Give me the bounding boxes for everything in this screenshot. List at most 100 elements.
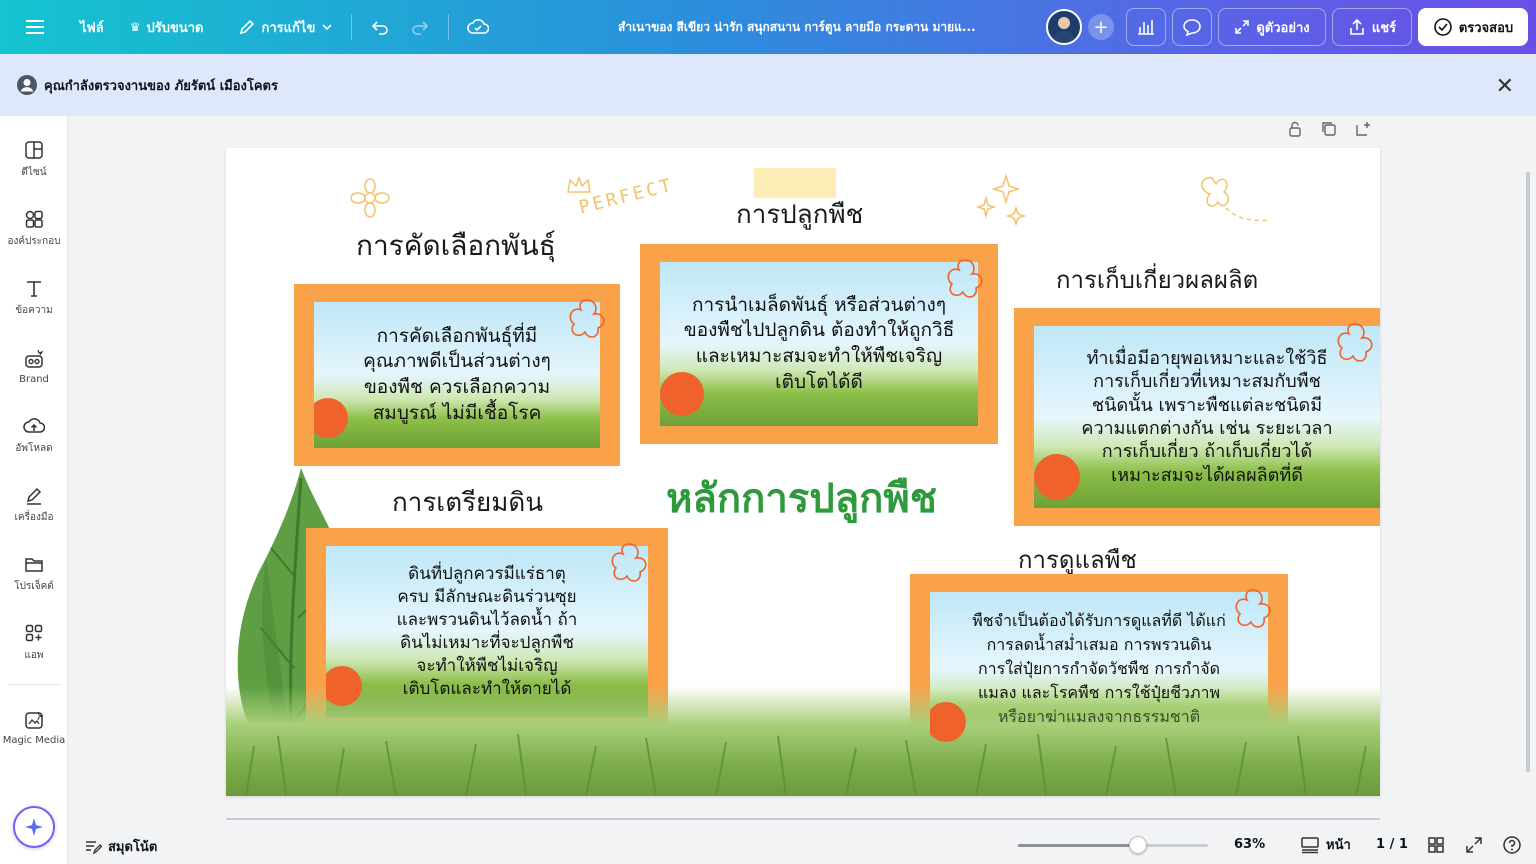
flower-outline-icon [1235,589,1271,628]
sidebar-item-projects[interactable]: โปรเจ็คต์ [0,542,68,604]
zoom-slider[interactable] [1018,844,1208,847]
pages-button[interactable]: หน้า [1300,834,1351,855]
card-text-line: ความแตกต่างกัน เช่น ระยะเวลา [1081,418,1333,439]
sidebar-item-tools[interactable]: เครื่องมือ [0,473,68,535]
card-background: ทำเมื่อมีอายุพอเหมาะและใช้วิธี การเก็บเก… [1034,326,1380,508]
redo-button[interactable] [400,8,440,46]
grid-view-icon[interactable] [1426,835,1446,855]
sidebar-item-uploads[interactable]: อัพโหลด [0,404,68,466]
card-background: การนำเมล็ดพันธุ์ หรือส่วนต่างๆ ของพืชไปป… [660,262,978,426]
notes-label: สมุดโน้ต [108,840,158,855]
flower-doodle-icon [350,178,390,218]
card-text-line: ของพืชไปปลูกดิน ต้องทำให้ถูกวิธี [683,319,955,342]
lock-icon[interactable] [1286,120,1304,138]
review-button[interactable]: ตรวจสอบ [1418,8,1528,46]
card-text-line: เหมาะสมจะได้ผลผลิตที่ดี [1111,464,1303,486]
share-button[interactable]: แชร์ [1332,8,1412,46]
card-background: การคัดเลือกพันธุ์ที่มี คุณภาพดีเป็นส่วนต… [314,302,600,448]
card-text-line: การใส่ปุ๋ยการกำจัดวัชพืช การกำจัด [977,659,1221,678]
zoom-slider-fill [1018,844,1138,847]
card-background: ดินที่ปลูกควรมีแร่ธาตุ ครบ มีลักษณะดินร่… [326,546,648,718]
zoom-slider-handle[interactable] [1128,836,1147,854]
section-card-planting: การนำเมล็ดพันธุ์ หรือส่วนต่างๆ ของพืชไปป… [640,244,998,444]
elements-icon [25,210,43,228]
pencil-icon [239,19,254,35]
flower-outline-icon [1337,323,1373,362]
notes-button[interactable]: สมุดโน้ต [84,836,157,857]
card-text-line: ของพืช ควรเลือกความ [363,376,551,398]
sidebar-item-magic-media[interactable]: Magic Media [0,696,68,758]
sidebar-item-label: เครื่องมือ [14,511,54,523]
user-circle-icon [17,75,37,95]
fullscreen-icon[interactable] [1464,835,1484,855]
left-sidebar: ดีไซน์ องค์ประกอบ ข้อความ Brand อัพโหลด … [0,116,68,864]
layout-icon [25,140,43,159]
chevron-down-icon [322,24,332,31]
file-menu-label: ไฟล์ [80,20,104,36]
document-title[interactable]: สำเนาของ สีเขียว น่ารัก สนุกสนาน การ์ตูน… [618,0,1018,54]
card-text-line: หรือยาฆ่าแมลงจากธรรมชาติ [997,707,1201,726]
expand-icon [1235,20,1250,34]
invite-button[interactable]: + [1088,14,1114,40]
flower-outline-icon [947,259,983,298]
help-icon[interactable] [1502,835,1522,855]
page-count: 1 / 1 [1376,837,1408,852]
section-card-care: พืชจำเป็นต้องได้รับการดูแลที่ดี ได้แก่ ก… [910,574,1288,764]
sidebar-item-design[interactable]: ดีไซน์ [0,128,68,190]
folder-icon [25,557,43,572]
design-canvas[interactable]: PERFECT การคัดเลือกพันธุ์ การปลูกพืช การ… [226,148,1380,796]
section-heading-selection: การคัดเลือกพันธุ์ [356,229,556,262]
card-text: ดินที่ปลูกควรมีแร่ธาตุ ครบ มีลักษณะดินร่… [326,546,648,718]
magic-assistant-button[interactable] [13,806,55,848]
file-menu-button[interactable]: ไฟล์ [70,8,114,46]
card-text-line: พืชจำเป็นต้องได้รับการดูแลที่ดี ได้แก่ [972,611,1226,630]
user-avatar[interactable] [1046,9,1082,45]
page-tools [1286,120,1372,138]
pages-icon [1301,836,1319,853]
sidebar-item-text[interactable]: ข้อความ [0,266,68,328]
edit-menu-button[interactable]: การแก้ไข [228,8,344,46]
section-heading-planting: การปลูกพืช [736,200,864,230]
card-text: การคัดเลือกพันธุ์ที่มี คุณภาพดีเป็นส่วนต… [314,302,600,448]
card-text-line: แมลง และโรคพืช การใช้ปุ๋ยชีวภาพ [977,683,1221,702]
comment-icon [1183,19,1201,36]
close-icon: ✕ [1495,74,1514,99]
crown-icon: ♛ [129,20,141,34]
add-page-icon[interactable] [1354,120,1372,138]
butterfly-doodle-icon [1201,177,1271,222]
preview-button[interactable]: ดูตัวอย่าง [1218,8,1326,46]
section-card-soil: ดินที่ปลูกควรมีแร่ธาตุ ครบ มีลักษณะดินร่… [306,528,668,736]
zoom-value[interactable]: 63% [1234,837,1265,852]
cloud-check-icon [467,19,490,34]
menu-button[interactable] [14,8,56,46]
resize-button[interactable]: ♛ ปรับขนาด [120,8,214,46]
horizontal-scrollbar[interactable] [226,818,1380,820]
banner-close-button[interactable]: ✕ [1496,74,1514,99]
sidebar-item-brand[interactable]: Brand [0,335,68,397]
sidebar-item-label: ข้อความ [15,304,53,316]
sidebar-item-apps[interactable]: แอพ [0,611,68,673]
review-label: ตรวจสอบ [1458,20,1514,36]
sidebar-item-elements[interactable]: องค์ประกอบ [0,197,68,259]
redo-icon [412,21,429,35]
upload-cloud-icon [23,417,45,433]
undo-button[interactable] [360,8,400,46]
card-text: การนำเมล็ดพันธุ์ หรือส่วนต่างๆ ของพืชไปป… [660,262,978,426]
sidebar-item-label: โปรเจ็คต์ [14,580,54,592]
section-heading-harvest: การเก็บเกี่ยวผลผลิต [1056,266,1259,294]
check-circle-icon [1434,18,1452,36]
insights-button[interactable] [1126,8,1166,46]
undo-icon [372,21,389,35]
vertical-scrollbar[interactable] [1526,172,1530,772]
share-label: แชร์ [1371,20,1397,36]
section-card-selection: การคัดเลือกพันธุ์ที่มี คุณภาพดีเป็นส่วนต… [294,284,620,466]
comments-button[interactable] [1172,8,1212,46]
card-text-line: ดินไม่เหมาะที่จะปลูกพืช [400,633,574,653]
card-text-line: และพรวนดินไว้ลดน้ำ ถ้า [396,610,578,631]
save-status-button[interactable] [457,8,499,46]
card-text-line: เติบโตและทำให้ตายได้ [402,678,572,699]
toolbar-divider [351,14,353,40]
card-text: พืชจำเป็นต้องได้รับการดูแลที่ดี ได้แก่ ก… [930,592,1268,746]
duplicate-icon[interactable] [1320,120,1338,138]
sidebar-item-label: Magic Media [2,734,66,746]
